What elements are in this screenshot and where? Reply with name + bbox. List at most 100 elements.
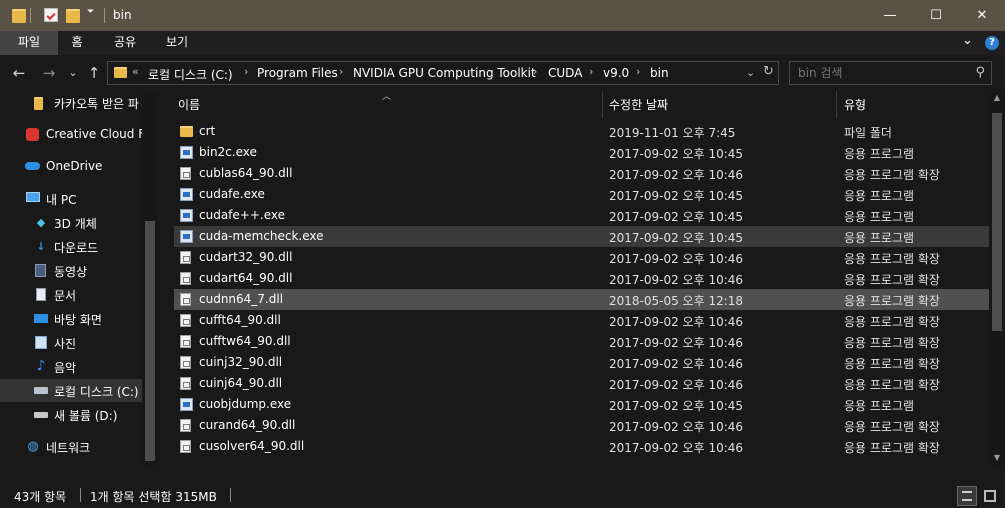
file-row[interactable]: cusolver64_90.dll 2017-09-02 오후 10:46 응용 프… bbox=[174, 436, 989, 457]
file-row[interactable]: bin2c.exe 2017-09-02 오후 10:45 응용 프로그램 bbox=[174, 142, 989, 163]
column-date-modified[interactable]: 수정한 날짜 bbox=[609, 96, 668, 113]
sidebar-item-my-pc[interactable]: 내 PC bbox=[0, 187, 142, 210]
sidebar-item-desktop[interactable]: 바탕 화면 bbox=[0, 307, 142, 330]
tab-share[interactable]: 공유 bbox=[104, 31, 146, 55]
chevron-right-icon[interactable]: › bbox=[533, 65, 537, 78]
scrollbar-thumb[interactable] bbox=[145, 221, 155, 461]
sidebar-item-local-disk[interactable]: 로컬 디스크 (C:) bbox=[0, 379, 142, 402]
breadcrumb-local-disk[interactable]: 로컬 디스크 (C:) bbox=[148, 66, 233, 83]
sidebar-item-onedrive[interactable]: OneDrive bbox=[0, 155, 142, 178]
file-row[interactable]: cudafe++.exe 2017-09-02 오후 10:45 응용 프로그램 bbox=[174, 205, 989, 226]
breadcrumb-bin[interactable]: bin bbox=[650, 66, 669, 80]
navigation-pane-scrollbar[interactable] bbox=[142, 91, 158, 466]
file-type: 응용 프로그램 bbox=[844, 147, 915, 161]
expand-ribbon-icon[interactable]: ⌄ bbox=[962, 33, 973, 48]
sidebar-item-downloads[interactable]: ↓ 다운로드 bbox=[0, 235, 142, 258]
scroll-up-icon[interactable]: ▲ bbox=[989, 93, 1005, 102]
breadcrumb-v9[interactable]: v9.0 bbox=[603, 66, 629, 80]
chevron-right-icon[interactable]: › bbox=[636, 65, 640, 78]
sidebar-item-documents[interactable]: 문서 bbox=[0, 283, 142, 306]
column-name[interactable]: 이름 bbox=[178, 96, 200, 113]
chevron-right-icon[interactable]: › bbox=[589, 65, 593, 78]
search-input[interactable] bbox=[798, 65, 968, 81]
sidebar-item-music[interactable]: ♪ 음악 bbox=[0, 355, 142, 378]
dll-file-icon bbox=[180, 356, 191, 369]
file-type: 응용 프로그램 확장 bbox=[844, 357, 940, 371]
file-row[interactable]: cublas64_90.dll 2017-09-02 오후 10:46 응용 프로그… bbox=[174, 163, 989, 184]
file-type: 응용 프로그램 확장 bbox=[844, 441, 940, 455]
maximize-button[interactable]: ☐ bbox=[913, 0, 959, 31]
scroll-down-icon[interactable]: ▼ bbox=[989, 453, 1005, 462]
breadcrumb-cuda[interactable]: CUDA bbox=[548, 66, 582, 80]
file-row[interactable]: cufftw64_90.dll 2017-09-02 오후 10:46 응용 프로그… bbox=[174, 331, 989, 352]
application-icon bbox=[180, 398, 193, 411]
sidebar-item-kakaotalk[interactable]: 카카오톡 받은 파 bbox=[0, 91, 142, 114]
file-row[interactable]: cuinj64_90.dll 2017-09-02 오후 10:46 응용 프로그램… bbox=[174, 373, 989, 394]
close-button[interactable]: ✕ bbox=[959, 0, 1005, 31]
file-row[interactable]: cuobjdump.exe 2017-09-02 오후 10:45 응용 프로그램 bbox=[174, 394, 989, 415]
file-name: cuinj32_90.dll bbox=[199, 355, 283, 369]
file-row[interactable]: cuda-memcheck.exe 2017-09-02 오후 10:45 응용 프… bbox=[174, 226, 989, 247]
address-bar[interactable]: « 로컬 디스크 (C:) › Program Files › NVIDIA G… bbox=[107, 61, 779, 85]
up-button[interactable]: ↑ bbox=[86, 63, 102, 83]
dll-file-icon bbox=[180, 335, 191, 348]
file-row[interactable]: cufft64_90.dll 2017-09-02 오후 10:46 응용 프로그램… bbox=[174, 310, 989, 331]
large-icons-view-button[interactable] bbox=[980, 486, 1000, 506]
chevron-right-icon[interactable]: › bbox=[339, 65, 343, 78]
sidebar-item-new-volume[interactable]: 새 볼륨 (D:) bbox=[0, 403, 142, 426]
recent-locations-button[interactable]: ⌄ bbox=[66, 63, 80, 83]
file-row[interactable]: cudafe.exe 2017-09-02 오후 10:45 응용 프로그램 bbox=[174, 184, 989, 205]
file-row[interactable]: curand64_90.dll 2017-09-02 오후 10:46 응용 프로그… bbox=[174, 415, 989, 436]
scrollbar-thumb[interactable] bbox=[992, 113, 1002, 331]
file-row[interactable]: cuinj32_90.dll 2017-09-02 오후 10:46 응용 프로그램… bbox=[174, 352, 989, 373]
sidebar-item-videos[interactable]: 동영상 bbox=[0, 259, 142, 282]
separator bbox=[30, 8, 31, 23]
folder-icon bbox=[180, 126, 193, 137]
new-folder-icon[interactable] bbox=[66, 9, 80, 23]
address-dropdown-icon[interactable]: ⌄ bbox=[746, 66, 755, 79]
file-type: 응용 프로그램 확장 bbox=[844, 336, 940, 350]
file-name: cuda-memcheck.exe bbox=[199, 229, 324, 243]
help-icon[interactable]: ? bbox=[985, 36, 999, 50]
details-view-button[interactable] bbox=[957, 486, 977, 506]
file-type: 응용 프로그램 확장 bbox=[844, 315, 940, 329]
sidebar-item-3d-objects[interactable]: ◆ 3D 개체 bbox=[0, 211, 142, 234]
sidebar-item-network[interactable]: ◍ 네트워크 bbox=[0, 435, 142, 458]
file-row[interactable]: crt 2019-11-01 오후 7:45 파일 폴더 bbox=[174, 121, 989, 142]
chevron-right-icon[interactable]: › bbox=[244, 65, 248, 78]
separator bbox=[104, 8, 105, 23]
file-name: cudafe++.exe bbox=[199, 208, 285, 222]
file-date-modified: 2017-09-02 오후 10:46 bbox=[609, 315, 744, 329]
tab-view[interactable]: 보기 bbox=[156, 31, 198, 55]
file-date-modified: 2017-09-02 오후 10:46 bbox=[609, 420, 744, 434]
breadcrumb-nvidia-toolkit[interactable]: NVIDIA GPU Computing Toolkit bbox=[353, 66, 536, 80]
customize-toolbar-icon[interactable]: ⏷ bbox=[87, 7, 94, 17]
search-box[interactable]: ⚲ bbox=[789, 61, 992, 85]
properties-icon[interactable] bbox=[44, 8, 58, 22]
file-row[interactable]: cudart64_90.dll 2017-09-02 오후 10:46 응용 프로그… bbox=[174, 268, 989, 289]
back-button[interactable]: ← bbox=[10, 63, 28, 83]
tab-home[interactable]: 홈 bbox=[60, 31, 94, 55]
computer-icon bbox=[26, 192, 40, 202]
dll-file-icon bbox=[180, 272, 191, 285]
file-row[interactable]: cudart32_90.dll 2017-09-02 오후 10:46 응용 프로그… bbox=[174, 247, 989, 268]
search-icon[interactable]: ⚲ bbox=[975, 65, 985, 80]
breadcrumb-overflow[interactable]: « bbox=[132, 65, 139, 78]
column-divider[interactable] bbox=[602, 91, 603, 118]
folder-icon bbox=[34, 97, 43, 110]
navigation-pane: 카카오톡 받은 파 Creative Cloud Fil OneDrive 내 … bbox=[0, 91, 158, 466]
minimize-button[interactable]: — bbox=[867, 0, 913, 31]
dll-file-icon bbox=[180, 314, 191, 327]
tab-file[interactable]: 파일 bbox=[0, 31, 58, 55]
sidebar-item-creative-cloud[interactable]: Creative Cloud Fil bbox=[0, 123, 142, 146]
forward-button[interactable]: → bbox=[40, 63, 58, 83]
refresh-icon[interactable]: ↻ bbox=[763, 64, 774, 79]
file-row[interactable]: cudnn64_7.dll 2018-05-05 오후 12:18 응용 프로그램 … bbox=[174, 289, 989, 310]
file-list-scrollbar[interactable]: ▲ ▼ bbox=[989, 91, 1005, 466]
sidebar-item-pictures[interactable]: 사진 bbox=[0, 331, 142, 354]
column-type[interactable]: 유형 bbox=[844, 96, 866, 113]
breadcrumb-program-files[interactable]: Program Files bbox=[257, 66, 338, 80]
separator bbox=[80, 488, 81, 502]
file-type: 응용 프로그램 bbox=[844, 399, 915, 413]
column-divider[interactable] bbox=[836, 91, 837, 118]
